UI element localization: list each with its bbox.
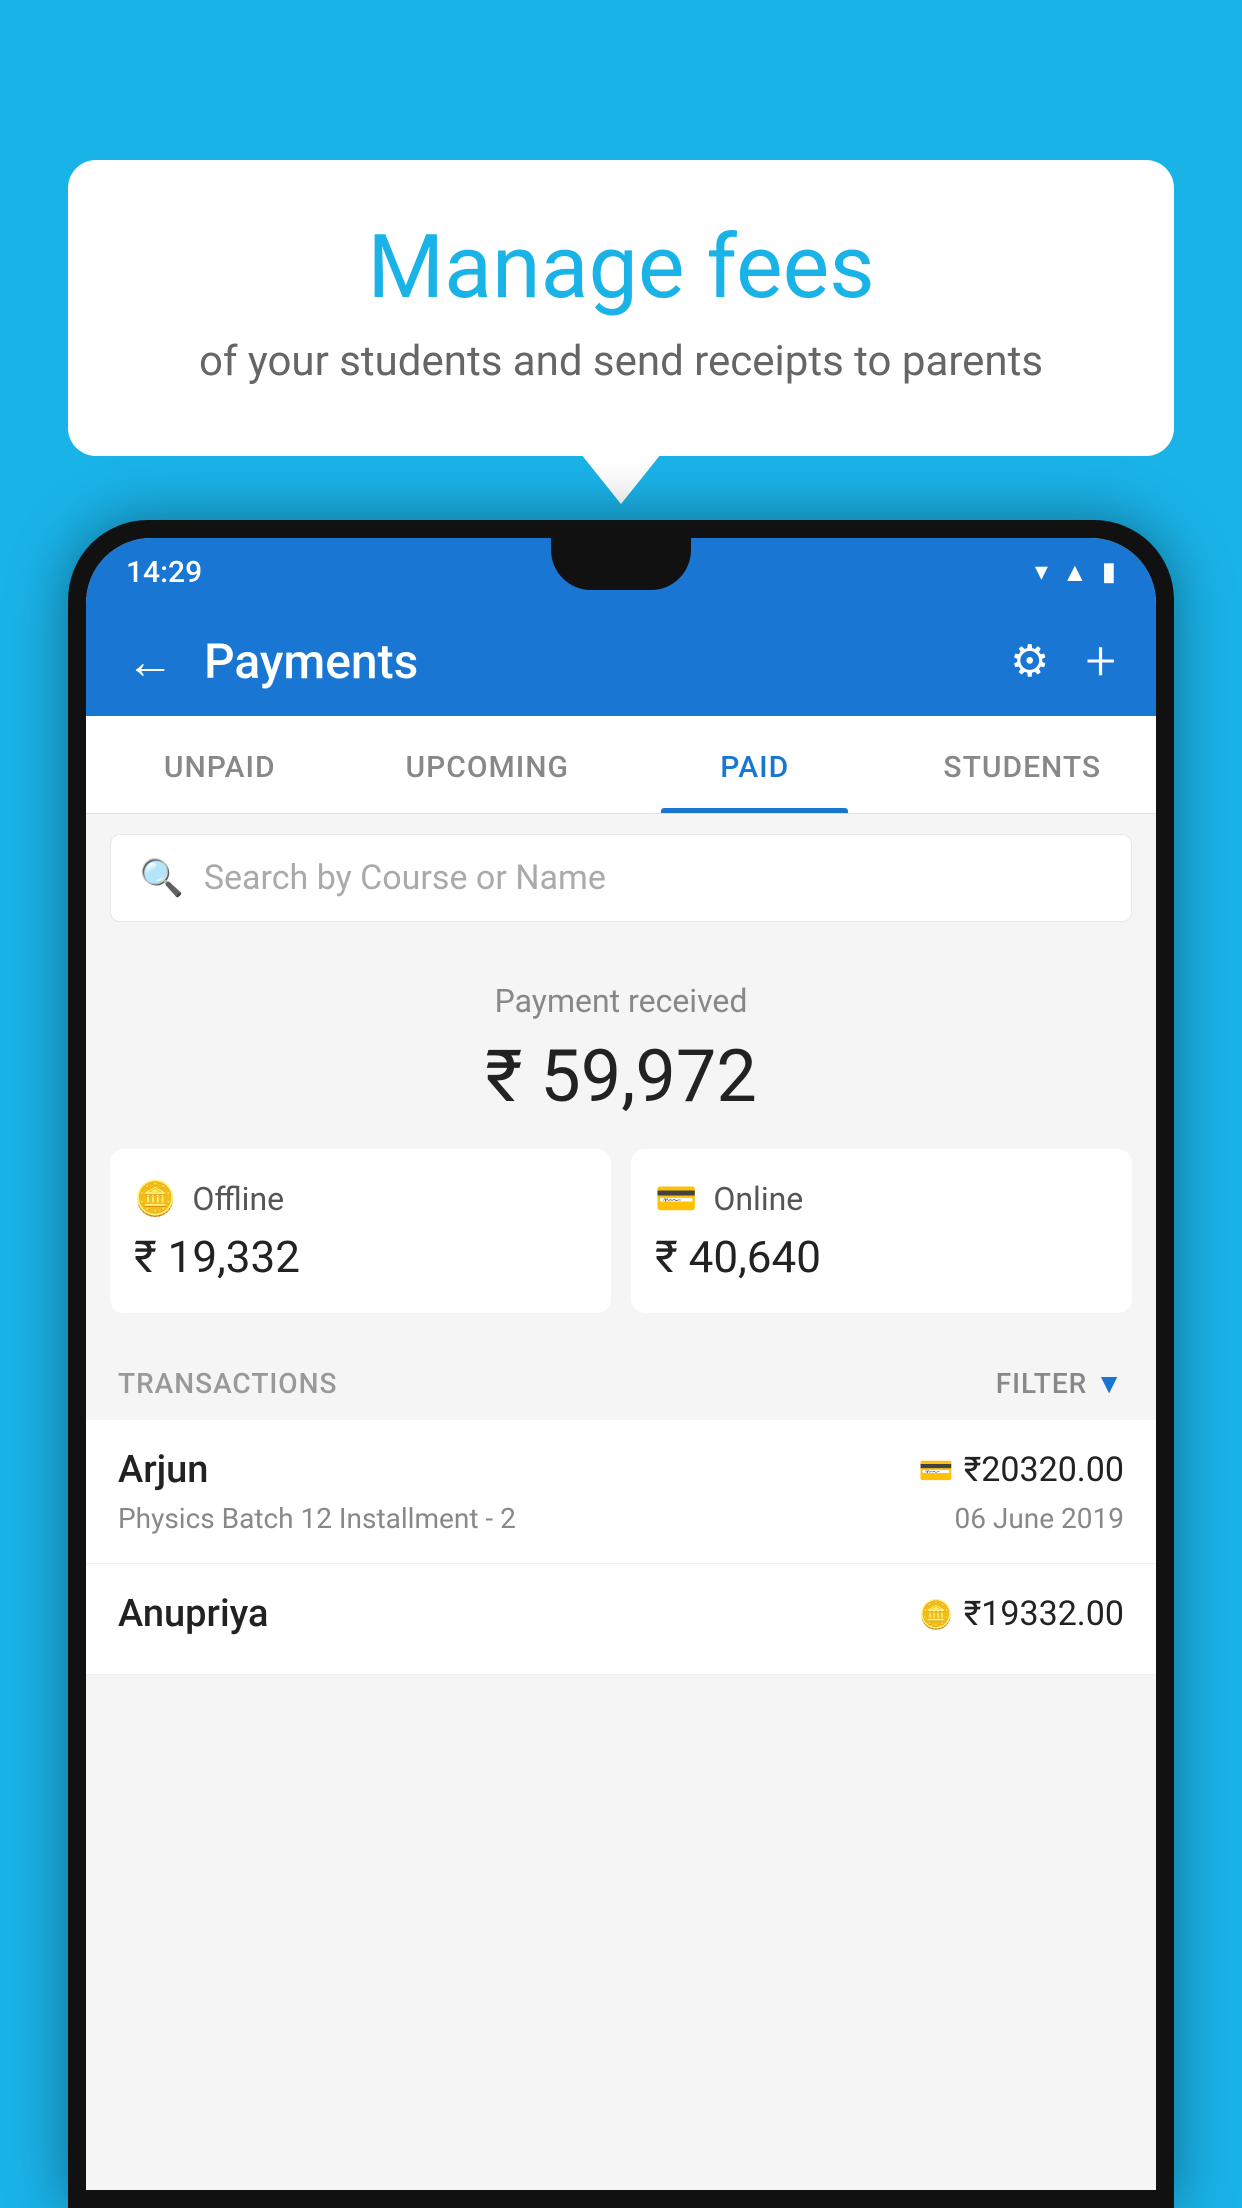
bubble-subtitle: of your students and send receipts to pa… bbox=[128, 337, 1114, 386]
payment-mode-icon-1: 💳 bbox=[919, 1454, 954, 1487]
payment-received-label: Payment received bbox=[110, 982, 1132, 1020]
page-title: Payments bbox=[204, 633, 980, 690]
filter-button[interactable]: FILTER ▼ bbox=[996, 1367, 1124, 1400]
transaction-course-1: Physics Batch 12 Installment - 2 bbox=[118, 1502, 516, 1535]
search-icon: 🔍 bbox=[139, 857, 184, 899]
content-area: 🔍 Search by Course or Name Payment recei… bbox=[86, 814, 1156, 2190]
tabs: UNPAID UPCOMING PAID STUDENTS bbox=[86, 716, 1156, 814]
tab-paid[interactable]: PAID bbox=[621, 716, 889, 813]
settings-icon[interactable]: ⚙ bbox=[1010, 635, 1049, 687]
payment-cards: 🪙 Offline ₹ 19,332 💳 Online ₹ 40,640 bbox=[86, 1149, 1156, 1343]
transactions-header: TRANSACTIONS FILTER ▼ bbox=[86, 1343, 1156, 1420]
transaction-amount-1: 💳 ₹20320.00 bbox=[919, 1450, 1124, 1490]
offline-amount: ₹ 19,332 bbox=[134, 1231, 587, 1283]
wifi-icon: ▾ bbox=[1035, 557, 1048, 587]
transaction-name-1: Arjun bbox=[118, 1448, 208, 1492]
filter-text: FILTER bbox=[996, 1367, 1088, 1400]
online-amount: ₹ 40,640 bbox=[655, 1231, 1108, 1283]
tab-upcoming[interactable]: UPCOMING bbox=[354, 716, 622, 813]
tab-unpaid[interactable]: UNPAID bbox=[86, 716, 354, 813]
phone-screen: 14:29 ▾ ▲ ▮ ← Payments ⚙ + UNPAID UPCO bbox=[86, 538, 1156, 2190]
search-bar[interactable]: 🔍 Search by Course or Name bbox=[110, 834, 1132, 922]
background: Manage fees of your students and send re… bbox=[0, 0, 1242, 2208]
online-label: Online bbox=[713, 1180, 803, 1218]
filter-icon: ▼ bbox=[1095, 1367, 1124, 1400]
back-button[interactable]: ← bbox=[126, 633, 174, 690]
payment-summary: Payment received ₹ 59,972 bbox=[86, 942, 1156, 1149]
transaction-amount-2: 🪙 ₹19332.00 bbox=[919, 1594, 1124, 1634]
app-bar-actions: ⚙ + bbox=[1010, 630, 1116, 693]
payment-mode-icon-2: 🪙 bbox=[919, 1598, 954, 1631]
search-placeholder: Search by Course or Name bbox=[204, 858, 606, 898]
bubble-title: Manage fees bbox=[128, 220, 1114, 317]
status-time: 14:29 bbox=[126, 555, 202, 590]
transaction-row[interactable]: Arjun 💳 ₹20320.00 Physics Batch 12 Insta… bbox=[86, 1420, 1156, 1564]
transactions-label: TRANSACTIONS bbox=[118, 1367, 337, 1400]
speech-bubble: Manage fees of your students and send re… bbox=[68, 160, 1174, 456]
add-icon[interactable]: + bbox=[1085, 630, 1116, 693]
amount-value-1: ₹20320.00 bbox=[964, 1450, 1124, 1490]
transaction-row[interactable]: Anupriya 🪙 ₹19332.00 bbox=[86, 1564, 1156, 1675]
transaction-name-2: Anupriya bbox=[118, 1592, 268, 1636]
signal-icon: ▲ bbox=[1062, 557, 1088, 588]
payment-total-amount: ₹ 59,972 bbox=[110, 1034, 1132, 1119]
notch bbox=[551, 538, 691, 590]
transaction-date-1: 06 June 2019 bbox=[954, 1502, 1124, 1535]
status-icons: ▾ ▲ ▮ bbox=[1035, 557, 1116, 588]
card-icon: 💳 bbox=[655, 1179, 697, 1219]
battery-icon: ▮ bbox=[1102, 557, 1116, 587]
offline-label: Offline bbox=[192, 1180, 284, 1218]
offline-card: 🪙 Offline ₹ 19,332 bbox=[110, 1149, 611, 1313]
app-bar: ← Payments ⚙ + bbox=[86, 606, 1156, 716]
tab-students[interactable]: STUDENTS bbox=[889, 716, 1157, 813]
online-card: 💳 Online ₹ 40,640 bbox=[631, 1149, 1132, 1313]
cash-icon: 🪙 bbox=[134, 1179, 176, 1219]
phone-frame: 14:29 ▾ ▲ ▮ ← Payments ⚙ + UNPAID UPCO bbox=[68, 520, 1174, 2208]
amount-value-2: ₹19332.00 bbox=[964, 1594, 1124, 1634]
status-bar: 14:29 ▾ ▲ ▮ bbox=[86, 538, 1156, 606]
